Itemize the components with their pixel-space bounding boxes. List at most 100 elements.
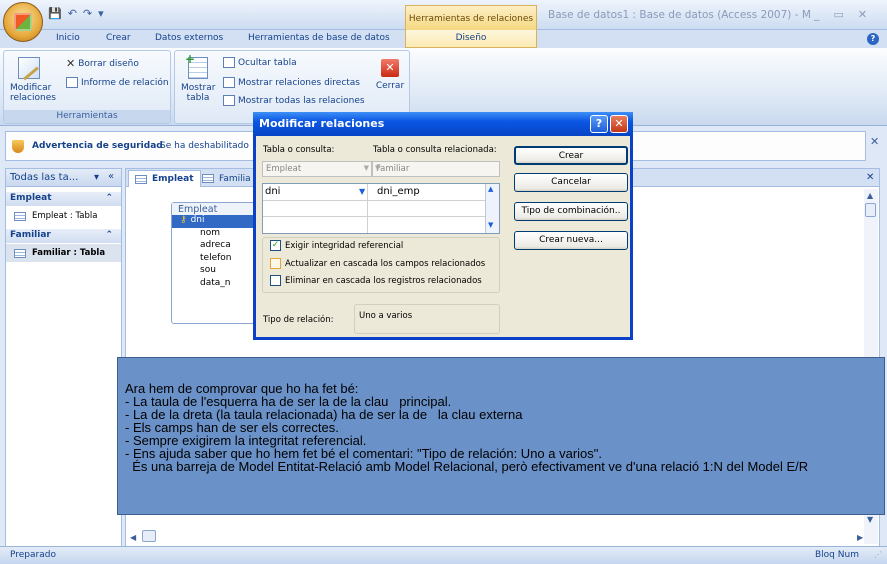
security-close-icon[interactable]: ✕ [870, 135, 879, 148]
borrar-diseno-button[interactable]: ✕ Borrar diseño [66, 57, 139, 70]
mostrar-tabla-button[interactable]: + Mostrar tabla [181, 53, 215, 103]
field-row[interactable]: nom [172, 228, 265, 241]
modificar-relaciones-dialog: Modificar relaciones ? ✕ Tabla o consult… [253, 112, 633, 340]
window-controls: _ ▭ ✕ [814, 8, 867, 21]
minimize-icon[interactable]: _ [814, 8, 820, 21]
direct-relations-icon [223, 77, 235, 88]
help-question-icon[interactable]: ? [590, 115, 608, 133]
scroll-up-icon[interactable]: ▲ [488, 185, 493, 193]
checkbox-unchecked[interactable] [270, 258, 281, 269]
relation-type-value: Uno a varios [354, 304, 500, 334]
informe-relacion-button[interactable]: Informe de relación [66, 77, 169, 88]
table-icon [135, 174, 147, 184]
chk-integridad[interactable]: ✓ Exigir integridad referencial [270, 240, 403, 251]
nav-item-empleat[interactable]: Empleat : Tabla [6, 207, 121, 225]
scroll-down-icon[interactable]: ▼ [867, 515, 873, 524]
field-row[interactable]: telefon [172, 253, 265, 266]
context-tab-header: Herramientas de relaciones [405, 5, 537, 30]
hscroll-thumb[interactable] [142, 530, 156, 542]
window-title: Base de datos1 : Base de datos (Access 2… [548, 9, 811, 21]
chevron-down-icon: ▼ [363, 164, 369, 172]
collapse-group-icon[interactable]: ⌃ [105, 193, 113, 203]
checkbox-unchecked[interactable] [270, 275, 281, 286]
tipo-combinacion-button[interactable]: Tipo de combinación.. [514, 202, 628, 221]
related-table-select[interactable]: Familiar ▼ [372, 161, 500, 177]
resize-grip-icon[interactable]: ⋰ [874, 550, 882, 559]
tab-datos-externos[interactable]: Datos externos [155, 33, 223, 43]
dialog-title-bar[interactable]: Modificar relaciones ? ✕ [253, 112, 633, 136]
security-title: Advertencia de seguridad [32, 141, 163, 151]
key-icon: ⚷ [180, 215, 187, 225]
todas-relaciones-button[interactable]: Mostrar todas las relaciones [223, 95, 365, 106]
cerrar-button[interactable]: ✕ Cerrar [373, 59, 407, 91]
scroll-down-icon[interactable]: ▼ [488, 221, 493, 229]
table-icon [14, 211, 26, 221]
chk-eliminar[interactable]: Eliminar en cascada los registros relaci… [270, 275, 482, 286]
tab-diseno[interactable]: Diseño [405, 30, 537, 48]
collapse-pane-icon[interactable]: « [108, 171, 114, 182]
crear-nueva-button[interactable]: Crear nueva... [514, 231, 628, 250]
grid-scrollbar[interactable]: ▲ ▼ [485, 184, 499, 233]
checkbox-checked[interactable]: ✓ [270, 240, 281, 251]
scroll-thumb[interactable] [865, 203, 876, 217]
field-row[interactable]: adreca [172, 240, 265, 253]
label-tipo-relacion: Tipo de relación: [263, 315, 334, 325]
table-box-empleat[interactable]: Empleat ⚷ dni nom adreca telefon sou data… [171, 202, 266, 324]
chk-actualizar[interactable]: Actualizar en cascada los campos relacio… [270, 258, 485, 269]
scroll-up-icon[interactable]: ▲ [867, 191, 873, 200]
customize-qat-icon[interactable]: ▾ [98, 7, 104, 20]
scroll-left-icon[interactable]: ◀ [130, 533, 136, 542]
x-icon: ✕ [66, 57, 76, 70]
table-icon [202, 174, 214, 183]
group-label-herramientas: Herramientas [4, 110, 170, 123]
ocultar-tabla-button[interactable]: Ocultar tabla [223, 57, 297, 68]
nav-item-familiar[interactable]: Familiar : Tabla [6, 244, 121, 262]
nav-group-empleat[interactable]: Empleat ⌃ [6, 192, 121, 206]
undo-icon[interactable]: ↶ [68, 7, 77, 20]
office-logo-icon [14, 13, 32, 31]
relaciones-directas-button[interactable]: Mostrar relaciones directas [223, 77, 360, 88]
scroll-right-icon[interactable]: ▶ [857, 533, 863, 542]
office-button[interactable] [3, 2, 43, 42]
modificar-relaciones-button[interactable]: Modificar relaciones [10, 55, 58, 103]
all-relations-icon [223, 95, 235, 106]
nav-group-familiar[interactable]: Familiar ⌃ [6, 229, 121, 243]
label-tabla-relacionada: Tabla o consulta relacionada: [373, 145, 497, 155]
shield-icon [12, 140, 24, 153]
hide-table-icon [223, 57, 235, 68]
close-icon[interactable]: ✕ [858, 8, 867, 21]
show-table-icon: + [185, 53, 208, 79]
group-herramientas: Modificar relaciones ✕ Borrar diseño Info… [3, 50, 171, 124]
save-icon[interactable]: 💾 [48, 7, 62, 20]
help-icon[interactable]: ? [867, 33, 879, 45]
grid-field-left[interactable]: dni [265, 186, 280, 197]
redo-icon[interactable]: ↷ [83, 7, 92, 20]
field-row[interactable]: data_n [172, 278, 265, 291]
field-row[interactable]: sou [172, 265, 265, 278]
dialog-close-icon[interactable]: ✕ [610, 115, 628, 133]
tab-herramientas-bd[interactable]: Herramientas de base de datos [248, 33, 390, 43]
numlock-indicator: Bloq Num [815, 550, 859, 560]
table-box-title: Empleat [172, 203, 265, 215]
report-icon [66, 77, 78, 88]
quick-access-toolbar: 💾 ↶ ↷ ▾ [48, 5, 104, 21]
crear-button[interactable]: Crear [514, 146, 628, 165]
status-bar: Preparado Bloq Num ⋰ [0, 546, 887, 564]
nav-header[interactable]: Todas las ta... ▾ « [6, 169, 121, 187]
chevron-down-icon[interactable]: ▼ [359, 187, 365, 196]
tab-inicio[interactable]: Inicio [56, 33, 80, 43]
grid-field-right[interactable]: dni_emp [377, 186, 420, 197]
chevron-down-icon[interactable]: ▾ [94, 172, 99, 183]
field-row[interactable]: ⚷ dni [172, 215, 265, 228]
tab-crear[interactable]: Crear [106, 33, 131, 43]
nav-header-label: Todas las ta... [10, 172, 79, 183]
collapse-group-icon[interactable]: ⌃ [105, 230, 113, 240]
doc-tab-familiar[interactable]: Familia [196, 170, 257, 187]
cancelar-button[interactable]: Cancelar [514, 173, 628, 192]
ribbon-tabs: Inicio Crear Datos externos Herramientas… [0, 30, 887, 48]
doc-tab-empleat[interactable]: Empleat [128, 170, 201, 187]
maximize-icon[interactable]: ▭ [834, 8, 844, 21]
doc-close-icon[interactable]: ✕ [866, 172, 874, 183]
dialog-title: Modificar relaciones [259, 117, 385, 130]
table-select[interactable]: Empleat ▼ [262, 161, 372, 177]
